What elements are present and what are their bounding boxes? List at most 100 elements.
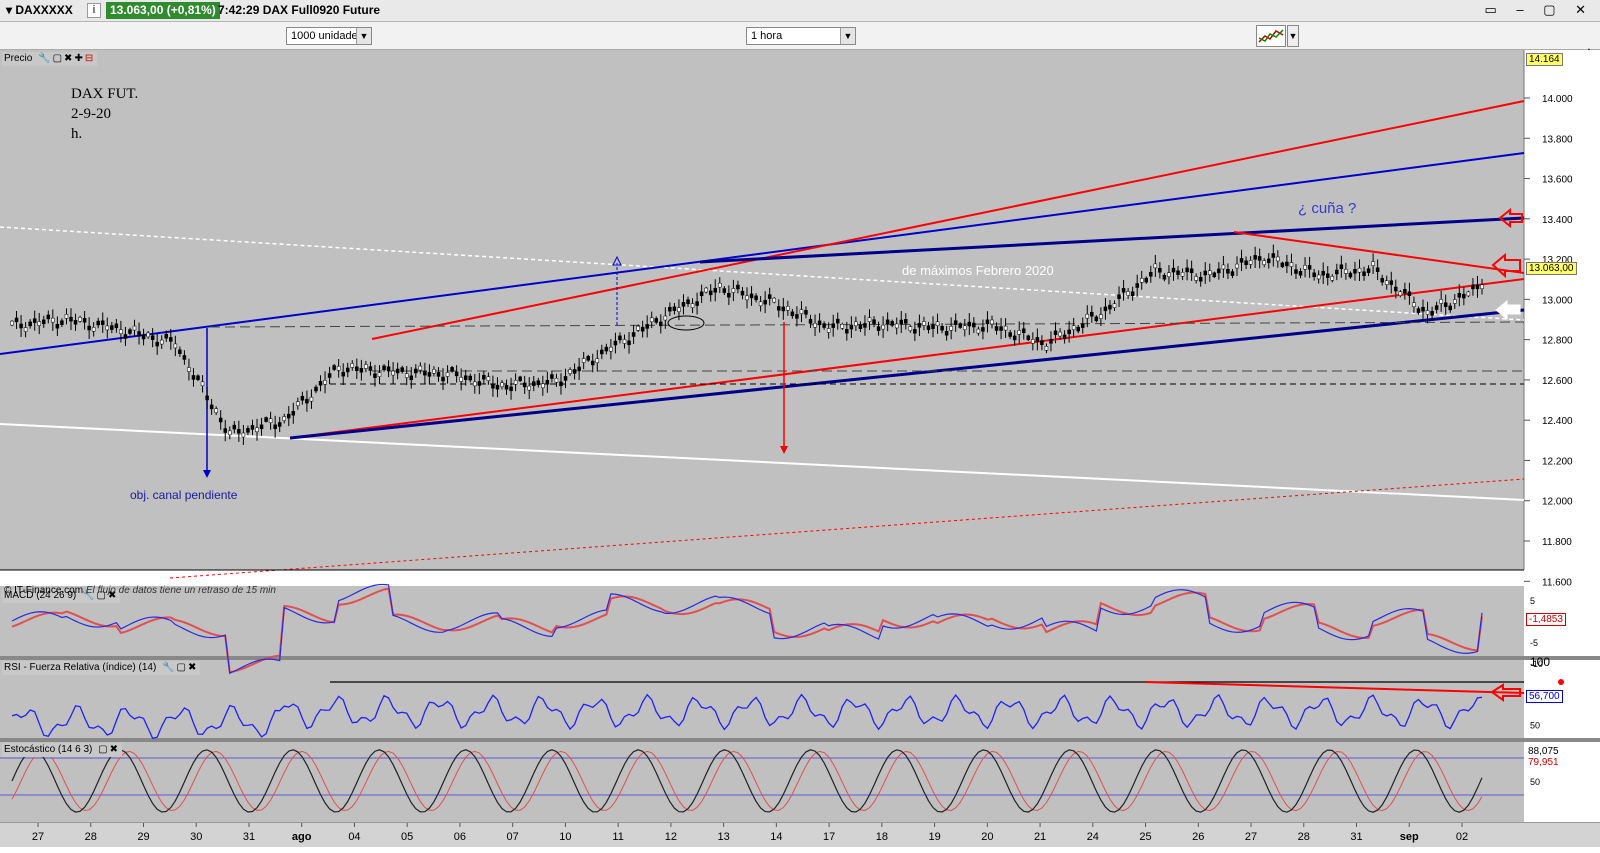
price-candle-body bbox=[1384, 280, 1389, 285]
date-tick-label: 27 bbox=[32, 831, 44, 843]
price-candle-body bbox=[1198, 277, 1203, 282]
price-candle-body bbox=[46, 314, 51, 320]
febrero-annotation: de máximos Febrero 2020 bbox=[902, 263, 1054, 278]
price-candle-body bbox=[1176, 270, 1180, 275]
price-candle-body bbox=[686, 299, 690, 304]
wedge-annotation: ¿ cuña ? bbox=[1298, 200, 1357, 217]
symbol-selector[interactable]: ▾ DAXXXXX bbox=[6, 3, 73, 17]
stoch-value-label-1: 88,075 bbox=[1526, 746, 1561, 757]
restore-icon[interactable]: ▢ bbox=[177, 662, 188, 673]
price-candle-body bbox=[654, 318, 659, 323]
price-candle-body bbox=[409, 375, 414, 381]
price-candle-body bbox=[1044, 346, 1049, 351]
wrench-icon[interactable]: 🔧 bbox=[38, 53, 52, 64]
price-candle-body bbox=[572, 369, 577, 374]
chart-area[interactable]: 14.00013.80013.60013.40013.20013.00012.8… bbox=[0, 50, 1600, 822]
price-candle-body bbox=[799, 309, 804, 314]
price-candle-body bbox=[917, 323, 922, 328]
price-candle-body bbox=[1135, 283, 1139, 288]
price-candle-body bbox=[663, 315, 668, 321]
chart-date: 2-9-20 bbox=[71, 106, 111, 122]
price-candle-body bbox=[373, 373, 377, 378]
stoch-tick-label: 50 bbox=[1530, 777, 1540, 787]
restore-icon[interactable]: ▢ bbox=[98, 744, 109, 755]
price-candle-body bbox=[899, 319, 904, 325]
price-panel-header: Precio 🔧▢✖✚⊟ bbox=[2, 52, 98, 66]
price-candle-body bbox=[441, 376, 445, 382]
price-candle-body bbox=[1375, 267, 1380, 272]
window-controls[interactable]: ▭ – ▢ ✕ bbox=[1484, 2, 1594, 18]
price-candle-body bbox=[1248, 260, 1253, 265]
rsi-tick-label: 50 bbox=[1530, 721, 1540, 731]
price-candle-body bbox=[1425, 310, 1430, 315]
price-candle-body bbox=[1226, 269, 1230, 274]
price-candle-body bbox=[418, 365, 423, 371]
price-candle-body bbox=[205, 395, 209, 401]
price-candle-body bbox=[287, 413, 291, 419]
price-candle-body bbox=[1080, 323, 1085, 328]
price-candle-body bbox=[649, 317, 654, 323]
price-candle-body bbox=[1271, 253, 1276, 258]
date-tick-label: 29 bbox=[137, 831, 149, 843]
price-candle-body bbox=[1117, 294, 1121, 299]
info-icon[interactable]: i bbox=[87, 3, 101, 18]
price-candle-body bbox=[581, 358, 586, 363]
chevron-down-icon[interactable]: ▼ bbox=[840, 28, 855, 44]
price-candle-body bbox=[1076, 326, 1080, 332]
price-candle-body bbox=[854, 321, 858, 327]
price-candle-body bbox=[1058, 331, 1062, 337]
chevron-down-icon[interactable]: ▼ bbox=[356, 28, 371, 44]
price-candle-body bbox=[1267, 258, 1271, 264]
price-candle-body bbox=[237, 429, 241, 434]
close-icon[interactable]: ✖ bbox=[110, 744, 120, 755]
price-candle-body bbox=[150, 335, 155, 340]
price-candle-body bbox=[404, 373, 409, 378]
date-tick-label: 20 bbox=[981, 831, 993, 843]
price-candle-body bbox=[749, 293, 754, 299]
price-candle-body bbox=[1040, 340, 1044, 346]
price-tick-label: 11.600 bbox=[1542, 577, 1572, 588]
price-candle-body bbox=[341, 371, 345, 377]
candlestick-chart-icon[interactable] bbox=[1256, 25, 1286, 47]
price-candle-body bbox=[1371, 261, 1375, 266]
price-candle-body bbox=[500, 382, 504, 388]
price-candle-body bbox=[1276, 256, 1280, 262]
price-candle-body bbox=[1130, 291, 1135, 296]
price-candle-body bbox=[1303, 265, 1307, 270]
price-candle-body bbox=[1149, 272, 1153, 277]
date-tick-label: 19 bbox=[928, 831, 940, 843]
window-titlebar: ▾ DAXXXXX i 13.063,00 (+0,81%) 7:42:29 D… bbox=[0, 0, 1600, 22]
price-candle-body bbox=[250, 425, 255, 430]
price-candle-body bbox=[1085, 313, 1090, 319]
price-candle-body bbox=[808, 319, 813, 324]
add-icon[interactable]: ✚ bbox=[74, 53, 84, 64]
price-candle-body bbox=[1348, 272, 1353, 278]
price-tick-label: 13.400 bbox=[1542, 215, 1573, 226]
price-candle-body bbox=[214, 408, 218, 413]
price-tick-label: 13.600 bbox=[1542, 175, 1573, 186]
restore-icon[interactable]: ▢ bbox=[53, 53, 64, 64]
wrench-icon[interactable]: 🔧 bbox=[162, 662, 176, 673]
close-icon[interactable]: ✖ bbox=[188, 662, 198, 673]
price-candle-body bbox=[1235, 263, 1239, 269]
price-candle-body bbox=[382, 365, 386, 371]
price-candle-body bbox=[541, 383, 545, 389]
price-candle-body bbox=[209, 404, 214, 410]
remove-icon[interactable]: ⊟ bbox=[85, 53, 95, 64]
interval-select-value: 1 hora bbox=[751, 30, 783, 42]
close-icon[interactable]: ✖ bbox=[64, 53, 74, 64]
price-candle-body bbox=[1112, 303, 1117, 308]
price-candle-body bbox=[926, 325, 931, 330]
interval-select[interactable]: 1 hora ▼ bbox=[746, 27, 856, 45]
price-candle-body bbox=[445, 372, 450, 377]
price-candle-body bbox=[232, 424, 237, 430]
price-candle-body bbox=[881, 324, 885, 330]
price-candle-body bbox=[345, 367, 350, 373]
price-candle-body bbox=[1031, 339, 1035, 344]
price-candle-body bbox=[78, 317, 82, 322]
price-candle-body bbox=[1366, 268, 1371, 273]
chevron-down-icon[interactable]: ▾ bbox=[6, 3, 15, 17]
price-candle-body bbox=[777, 306, 781, 311]
units-select[interactable]: 1000 unidades ▼ bbox=[286, 27, 372, 45]
chevron-down-icon[interactable]: ▼ bbox=[1287, 25, 1299, 47]
